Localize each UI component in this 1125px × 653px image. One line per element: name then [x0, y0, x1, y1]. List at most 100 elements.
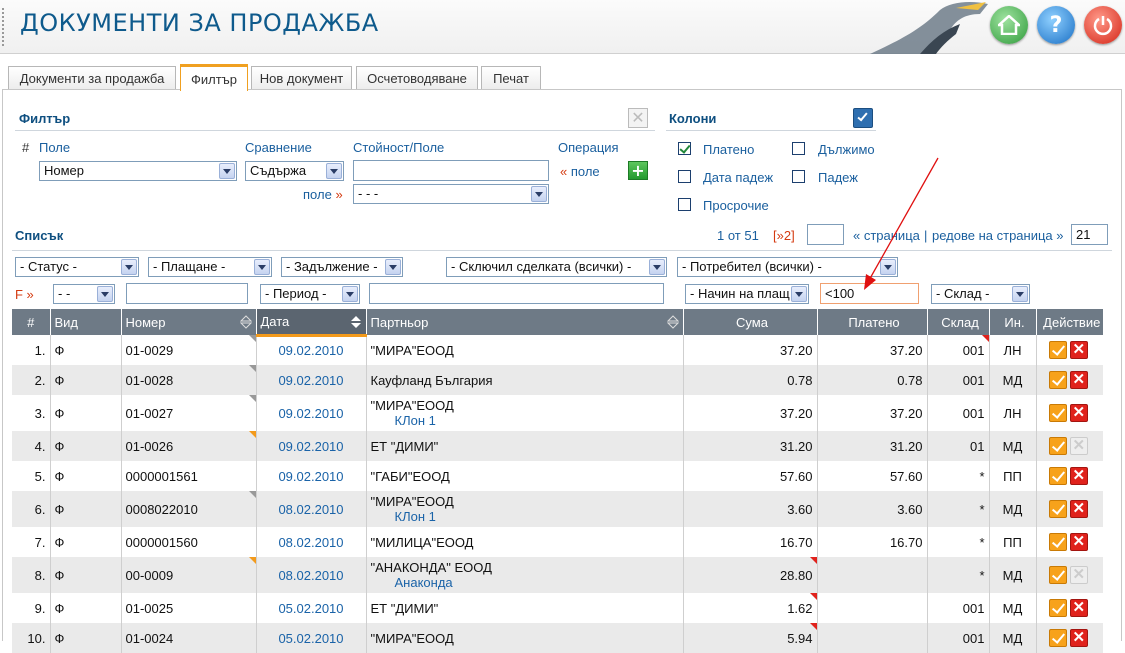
- col-header-number[interactable]: Номер: [121, 309, 257, 335]
- edit-button[interactable]: [1048, 566, 1067, 584]
- field-select[interactable]: Номер: [39, 161, 237, 181]
- delete-button[interactable]: ✕: [1069, 341, 1088, 359]
- col-header-type[interactable]: Вид: [50, 309, 122, 335]
- tab-accounting[interactable]: Осчетоводяване: [356, 66, 478, 90]
- divider: [666, 130, 876, 131]
- help-button[interactable]: ?: [1037, 6, 1075, 44]
- note-marker-icon: [248, 491, 256, 498]
- delete-button[interactable]: ✕: [1069, 629, 1088, 647]
- table-row[interactable]: 9. Ф 01-0025 05.02.2010 ЕТ "ДИМИ" 1.62 001 МД ✕: [12, 593, 1103, 623]
- col-paid-checkbox[interactable]: [678, 142, 691, 155]
- add-filter-button[interactable]: +: [628, 161, 648, 180]
- delete-button[interactable]: ✕: [1069, 467, 1088, 485]
- edit-button[interactable]: [1048, 467, 1067, 485]
- compare-select[interactable]: Съдържа: [245, 161, 344, 181]
- table-row[interactable]: 6. Ф 0008022010 08.02.2010 "МИРА"ЕООД КЛон 13…: [12, 491, 1103, 527]
- power-button[interactable]: [1084, 6, 1122, 44]
- col-header-initials[interactable]: Ин.: [989, 309, 1037, 335]
- delete-button[interactable]: ✕: [1069, 371, 1088, 389]
- cell-date[interactable]: 09.02.2010: [256, 461, 367, 491]
- col-overdue-label: Просрочие: [703, 198, 769, 213]
- cell-date[interactable]: 09.02.2010: [256, 431, 367, 461]
- op-field-link[interactable]: « поле: [560, 164, 600, 179]
- table-row[interactable]: 8. Ф 00-0009 08.02.2010 "АНАКОНДА" ЕООД Анако…: [12, 557, 1103, 593]
- table-row[interactable]: 7. Ф 0000001560 08.02.2010 "МИЛИЦА"ЕООД 16.70…: [12, 527, 1103, 557]
- dealer-select[interactable]: - Сключил сделката (всички) -: [446, 257, 667, 277]
- number-filter-input[interactable]: [126, 283, 248, 304]
- home-button[interactable]: [990, 6, 1028, 44]
- page-input[interactable]: [807, 224, 844, 245]
- obligation-select[interactable]: - Задължение -: [281, 257, 403, 277]
- cell-actions: ✕: [1036, 335, 1103, 365]
- field2-select[interactable]: - - -: [353, 184, 549, 204]
- cell-date[interactable]: 05.02.2010: [256, 623, 367, 653]
- table-row[interactable]: 5. Ф 0000001561 09.02.2010 "ГАБИ"ЕООД 57.60 57…: [12, 461, 1103, 491]
- table-row[interactable]: 10. Ф 01-0024 05.02.2010 "МИРА"ЕООД 5.94 001 МД…: [12, 623, 1103, 653]
- edit-button[interactable]: [1048, 404, 1067, 422]
- chevron-down-icon: [97, 286, 113, 302]
- tab-documents[interactable]: Документи за продажба: [8, 66, 176, 90]
- filter-toggle-link[interactable]: F »: [15, 287, 34, 302]
- cell-date[interactable]: 09.02.2010: [256, 335, 367, 365]
- value-input[interactable]: [353, 160, 549, 181]
- col-header-partner[interactable]: Партньор: [366, 309, 684, 335]
- delete-button[interactable]: ✕: [1069, 404, 1088, 422]
- cell-warehouse: 001: [927, 623, 990, 653]
- next-page-link[interactable]: [»2]: [773, 228, 795, 243]
- table-row[interactable]: 4. Ф 01-0026 09.02.2010 ЕТ "ДИМИ" 31.20 31.20 0…: [12, 431, 1103, 461]
- filter-col-value: Стойност/Поле: [353, 140, 445, 155]
- cell-date[interactable]: 08.02.2010: [256, 557, 367, 593]
- status-select[interactable]: - Статус -: [15, 257, 139, 277]
- cell-date[interactable]: 05.02.2010: [256, 593, 367, 623]
- cell-initials: МД: [989, 365, 1037, 395]
- field2-link[interactable]: поле »: [303, 187, 343, 202]
- columns-toggle-checkbox[interactable]: [853, 108, 873, 128]
- tab-print[interactable]: Печат: [481, 66, 541, 90]
- rows-per-page-link[interactable]: редове на страница »: [932, 228, 1064, 243]
- cell-initials: МД: [989, 491, 1037, 527]
- table-row[interactable]: 2. Ф 01-0028 09.02.2010 Кауфланд България 0.7…: [12, 365, 1103, 395]
- col-header-sum[interactable]: Сума: [683, 309, 818, 335]
- cell-partner: ЕТ "ДИМИ": [366, 593, 684, 623]
- filter-close-button[interactable]: ✕: [628, 108, 648, 128]
- table-row[interactable]: 3. Ф 01-0027 09.02.2010 "МИРА"ЕООД КЛон 1 37.2…: [12, 395, 1103, 431]
- delete-button[interactable]: ✕: [1069, 500, 1088, 518]
- delete-button[interactable]: ✕: [1069, 599, 1088, 617]
- cell-sum: 1.62: [683, 593, 818, 623]
- payment-status-select[interactable]: - Плащане -: [148, 257, 272, 277]
- table-row[interactable]: 1. Ф 01-0029 09.02.2010 "МИРА"ЕООД 37.20 37.20…: [12, 335, 1103, 365]
- edit-button[interactable]: [1048, 533, 1067, 551]
- cell-date[interactable]: 09.02.2010: [256, 395, 367, 431]
- rows-per-page-input[interactable]: 21: [1071, 224, 1108, 245]
- partner-branch-link[interactable]: Анаконда: [371, 575, 679, 590]
- edit-button[interactable]: [1048, 437, 1067, 455]
- tab-filter[interactable]: Филтър: [180, 64, 248, 91]
- delete-button[interactable]: ✕: [1069, 533, 1088, 551]
- cell-date[interactable]: 08.02.2010: [256, 527, 367, 557]
- edit-button[interactable]: [1048, 371, 1067, 389]
- type-filter-select[interactable]: - -: [53, 284, 115, 304]
- cell-sum: 0.78: [683, 365, 818, 395]
- tab-new-document[interactable]: Нов документ: [251, 66, 352, 90]
- edit-button[interactable]: [1048, 599, 1067, 617]
- edit-button[interactable]: [1048, 629, 1067, 647]
- cell-date[interactable]: 09.02.2010: [256, 365, 367, 395]
- edit-button[interactable]: [1048, 500, 1067, 518]
- partner-branch-link[interactable]: КЛон 1: [371, 413, 679, 428]
- col-header-date[interactable]: Дата: [256, 309, 367, 337]
- col-duedate-checkbox[interactable]: [678, 170, 691, 183]
- chevron-down-icon: [342, 286, 358, 302]
- col-header-paid[interactable]: Платено: [817, 309, 928, 335]
- row-index: 2.: [12, 365, 51, 395]
- col-header-warehouse[interactable]: Склад: [927, 309, 990, 335]
- col-maturity-checkbox[interactable]: [792, 170, 805, 183]
- period-select[interactable]: - Период -: [260, 284, 360, 304]
- col-due-checkbox[interactable]: [792, 142, 805, 155]
- edit-button[interactable]: [1048, 341, 1067, 359]
- cell-date[interactable]: 08.02.2010: [256, 491, 367, 527]
- partner-filter-input[interactable]: [369, 283, 664, 304]
- cell-number: 01-0029: [121, 335, 257, 365]
- payment-method-select[interactable]: - Начин на плащ: [685, 284, 809, 304]
- col-overdue-checkbox[interactable]: [678, 198, 691, 211]
- partner-branch-link[interactable]: КЛон 1: [371, 509, 679, 524]
